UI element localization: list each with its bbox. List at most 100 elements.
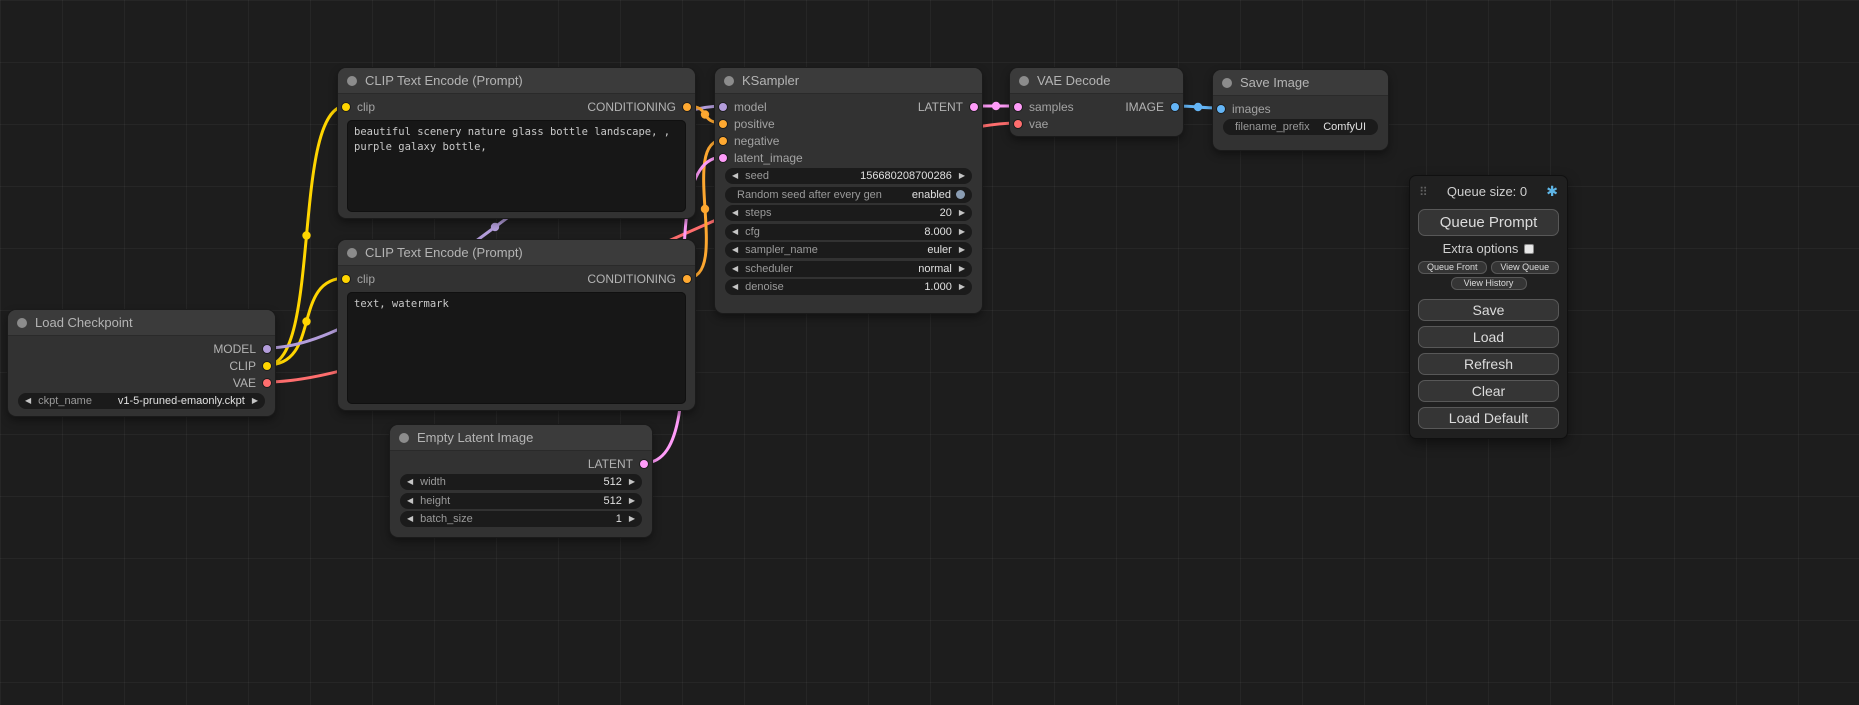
toggle-dot-icon[interactable]: [956, 190, 965, 199]
arrow-right-icon[interactable]: ▶: [629, 478, 635, 486]
collapse-dot-icon[interactable]: [724, 76, 734, 86]
arrow-left-icon[interactable]: ◀: [732, 228, 738, 236]
collapse-dot-icon[interactable]: [1019, 76, 1029, 86]
node-vae-decode[interactable]: VAE Decode samples IMAGE vae: [1010, 68, 1183, 136]
wire-midpoint-positive-conditioning-to-ksampler: [701, 110, 709, 118]
clip-output-port[interactable]: [263, 362, 271, 370]
node-clip-text-encode-negative[interactable]: CLIP Text Encode (Prompt) clip CONDITION…: [338, 240, 695, 410]
slot-label: latent_image: [734, 151, 803, 165]
conditioning-output-port[interactable]: [683, 103, 691, 111]
arrow-right-icon[interactable]: ▶: [959, 209, 965, 217]
prompt-textarea[interactable]: beautiful scenery nature glass bottle la…: [347, 120, 686, 212]
arrow-left-icon[interactable]: ◀: [407, 515, 413, 523]
widget-steps[interactable]: ◀ steps 20 ▶: [725, 205, 972, 221]
view-history-button[interactable]: View History: [1451, 277, 1527, 290]
widget-cfg[interactable]: ◀ cfg 8.000 ▶: [725, 224, 972, 240]
arrow-left-icon[interactable]: ◀: [407, 497, 413, 505]
arrow-left-icon[interactable]: ◀: [732, 283, 738, 291]
load-button[interactable]: Load: [1418, 326, 1559, 348]
widget-scheduler[interactable]: ◀ scheduler normal ▶: [725, 261, 972, 277]
node-save-image[interactable]: Save Image images filename_prefix ComfyU…: [1213, 70, 1388, 150]
widget-value: 1.000: [924, 281, 952, 293]
model-output-port[interactable]: [263, 345, 271, 353]
collapse-dot-icon[interactable]: [17, 318, 27, 328]
arrow-right-icon[interactable]: ▶: [959, 246, 965, 254]
widget-height[interactable]: ◀ height 512 ▶: [400, 493, 642, 509]
widget-value: normal: [918, 263, 952, 275]
drag-handle-icon[interactable]: ⠿: [1419, 185, 1428, 199]
widget-denoise[interactable]: ◀ denoise 1.000 ▶: [725, 279, 972, 295]
arrow-left-icon[interactable]: ◀: [732, 172, 738, 180]
widget-value: enabled: [912, 189, 951, 201]
conditioning-output-port[interactable]: [683, 275, 691, 283]
view-queue-button[interactable]: View Queue: [1491, 261, 1560, 274]
latent-output-port[interactable]: [970, 103, 978, 111]
save-button[interactable]: Save: [1418, 299, 1559, 321]
arrow-left-icon[interactable]: ◀: [25, 397, 31, 405]
arrow-right-icon[interactable]: ▶: [629, 515, 635, 523]
arrow-left-icon[interactable]: ◀: [407, 478, 413, 486]
vae-input-port[interactable]: [1014, 120, 1022, 128]
model-input-port[interactable]: [719, 103, 727, 111]
samples-input-port[interactable]: [1014, 103, 1022, 111]
node-titlebar[interactable]: Empty Latent Image: [390, 425, 652, 451]
widget-sampler-name[interactable]: ◀ sampler_name euler ▶: [725, 242, 972, 258]
positive-input-port[interactable]: [719, 120, 727, 128]
queue-prompt-button[interactable]: Queue Prompt: [1418, 209, 1559, 236]
node-title: VAE Decode: [1037, 73, 1110, 88]
node-ksampler[interactable]: KSampler model LATENT positive: [715, 68, 982, 313]
widget-ckpt-name[interactable]: ◀ ckpt_name v1-5-pruned-emaonly.ckpt ▶: [18, 393, 265, 409]
widget-random-seed-toggle[interactable]: Random seed after every gen enabled: [725, 187, 972, 203]
slot-row: model LATENT: [715, 98, 982, 115]
widget-batch-size[interactable]: ◀ batch_size 1 ▶: [400, 511, 642, 527]
negative-input-port[interactable]: [719, 137, 727, 145]
node-graph-canvas[interactable]: Load Checkpoint MODEL CLIP VAE: [0, 0, 1859, 705]
collapse-dot-icon[interactable]: [1222, 78, 1232, 88]
arrow-left-icon[interactable]: ◀: [732, 209, 738, 217]
arrow-left-icon[interactable]: ◀: [732, 246, 738, 254]
node-empty-latent-image[interactable]: Empty Latent Image LATENT ◀ width 512 ▶ …: [390, 425, 652, 537]
input-slot-positive: positive: [715, 115, 982, 132]
node-titlebar[interactable]: Load Checkpoint: [8, 310, 275, 336]
extra-options-checkbox[interactable]: [1524, 244, 1534, 254]
node-clip-text-encode-positive[interactable]: CLIP Text Encode (Prompt) clip CONDITION…: [338, 68, 695, 218]
node-titlebar[interactable]: KSampler: [715, 68, 982, 94]
node-titlebar[interactable]: VAE Decode: [1010, 68, 1183, 94]
arrow-right-icon[interactable]: ▶: [959, 283, 965, 291]
clip-input-port[interactable]: [342, 275, 350, 283]
widget-filename-prefix[interactable]: filename_prefix ComfyUI: [1223, 119, 1378, 135]
arrow-right-icon[interactable]: ▶: [252, 397, 258, 405]
widget-label: scheduler: [745, 263, 793, 275]
refresh-button[interactable]: Refresh: [1418, 353, 1559, 375]
slot-label: CONDITIONING: [587, 100, 676, 114]
images-input-port[interactable]: [1217, 105, 1225, 113]
slot-label: LATENT: [588, 457, 633, 471]
settings-gear-icon[interactable]: ✱: [1546, 183, 1558, 200]
node-titlebar[interactable]: Save Image: [1213, 70, 1388, 96]
arrow-left-icon[interactable]: ◀: [732, 265, 738, 273]
arrow-right-icon[interactable]: ▶: [959, 172, 965, 180]
clear-button[interactable]: Clear: [1418, 380, 1559, 402]
vae-output-port[interactable]: [263, 379, 271, 387]
node-titlebar[interactable]: CLIP Text Encode (Prompt): [338, 68, 695, 94]
arrow-right-icon[interactable]: ▶: [959, 228, 965, 236]
collapse-dot-icon[interactable]: [347, 248, 357, 258]
latent-output-port[interactable]: [640, 460, 648, 468]
load-default-button[interactable]: Load Default: [1418, 407, 1559, 429]
clip-input-port[interactable]: [342, 103, 350, 111]
widget-seed[interactable]: ◀ seed 156680208700286 ▶: [725, 168, 972, 184]
widget-value: 8.000: [924, 226, 952, 238]
node-load-checkpoint[interactable]: Load Checkpoint MODEL CLIP VAE: [8, 310, 275, 416]
node-titlebar[interactable]: CLIP Text Encode (Prompt): [338, 240, 695, 266]
arrow-right-icon[interactable]: ▶: [959, 265, 965, 273]
queue-front-button[interactable]: Queue Front: [1418, 261, 1487, 274]
slot-label: IMAGE: [1125, 100, 1164, 114]
collapse-dot-icon[interactable]: [399, 433, 409, 443]
slot-label: vae: [1029, 117, 1048, 131]
widget-width[interactable]: ◀ width 512 ▶: [400, 474, 642, 490]
prompt-textarea[interactable]: text, watermark: [347, 292, 686, 404]
collapse-dot-icon[interactable]: [347, 76, 357, 86]
latent-image-input-port[interactable]: [719, 154, 727, 162]
arrow-right-icon[interactable]: ▶: [629, 497, 635, 505]
image-output-port[interactable]: [1171, 103, 1179, 111]
